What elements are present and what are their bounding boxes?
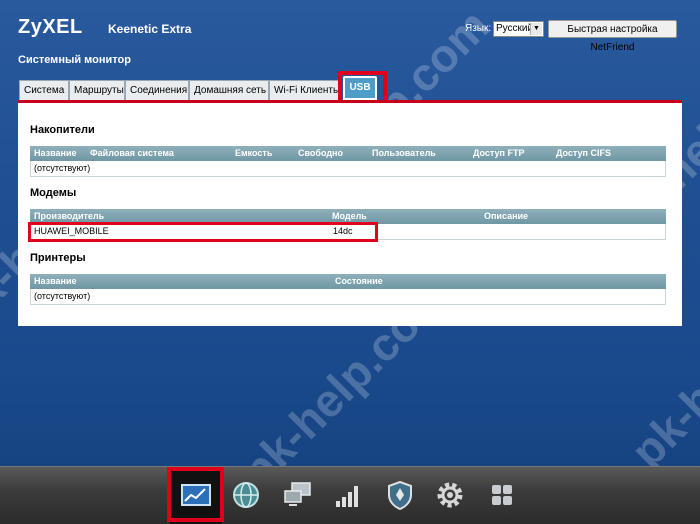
language-value: Русский xyxy=(496,23,534,34)
col-capacity: Емкость xyxy=(235,148,273,158)
usb-panel: Накопители Название Файловая система Емк… xyxy=(18,100,682,326)
col-user: Пользователь xyxy=(372,148,436,158)
dock-internet[interactable] xyxy=(228,477,264,513)
printers-empty-text: (отсутствуют) xyxy=(34,291,91,301)
apps-grid-icon xyxy=(492,485,512,505)
dock-home-network[interactable] xyxy=(280,477,316,513)
printers-title: Принтеры xyxy=(30,252,86,264)
col-model: Модель xyxy=(332,211,367,221)
dock-apps[interactable] xyxy=(484,477,520,513)
col-filesystem: Файловая система xyxy=(90,148,174,158)
language-select[interactable]: Русский ▼ xyxy=(493,21,544,37)
col-description: Описание xyxy=(484,211,529,221)
dock-system[interactable] xyxy=(432,477,468,513)
gear-icon xyxy=(437,482,463,508)
tab-routes[interactable]: Маршруты xyxy=(69,80,125,100)
col-printer-name: Название xyxy=(34,276,77,286)
col-free: Свободно xyxy=(298,148,343,158)
tab-connections[interactable]: Соединения xyxy=(125,80,189,100)
tab-system[interactable]: Система xyxy=(19,80,69,100)
globe-icon xyxy=(233,482,259,508)
modems-title: Модемы xyxy=(30,187,77,199)
language-label: Язык: xyxy=(465,23,492,34)
dock-bar xyxy=(0,466,700,524)
tab-bar: Система Маршруты Соединения Домашняя сет… xyxy=(19,76,377,100)
tab-wifi-clients[interactable]: Wi-Fi Клиенты xyxy=(269,80,340,100)
page-title: Системный монитор xyxy=(18,54,131,66)
shield-icon xyxy=(388,480,412,511)
modem-row-highlight xyxy=(28,222,378,242)
storage-table-header: Название Файловая система Емкость Свобод… xyxy=(30,146,666,161)
signal-bars-icon xyxy=(336,486,358,507)
col-cifs: Доступ CIFS xyxy=(556,148,611,158)
model-name: Keenetic Extra xyxy=(108,22,192,36)
storage-empty-text: (отсутствуют) xyxy=(34,163,91,173)
col-name: Название xyxy=(34,148,77,158)
netfriend-button[interactable]: Быстрая настройка NetFriend xyxy=(548,20,677,53)
tab-home-network[interactable]: Домашняя сеть xyxy=(189,80,269,100)
col-ftp: Доступ FTP xyxy=(473,148,525,158)
chevron-down-icon: ▼ xyxy=(530,23,542,35)
header: ZyXEL Keenetic Extra Язык: Русский ▼ Быс… xyxy=(0,0,700,53)
col-vendor: Производитель xyxy=(34,211,105,221)
col-printer-state: Состояние xyxy=(335,276,383,286)
network-computers-icon xyxy=(284,482,311,506)
printers-table-header: Название Состояние xyxy=(30,274,666,289)
dock-wifi[interactable] xyxy=(330,477,366,513)
storage-empty-row: (отсутствуют) xyxy=(30,161,666,177)
printers-empty-row: (отсутствуют) xyxy=(30,289,666,305)
brand-logo: ZyXEL xyxy=(18,16,83,38)
dock-active-highlight xyxy=(167,467,224,522)
storage-title: Накопители xyxy=(30,124,95,136)
dock-security[interactable] xyxy=(382,477,418,513)
